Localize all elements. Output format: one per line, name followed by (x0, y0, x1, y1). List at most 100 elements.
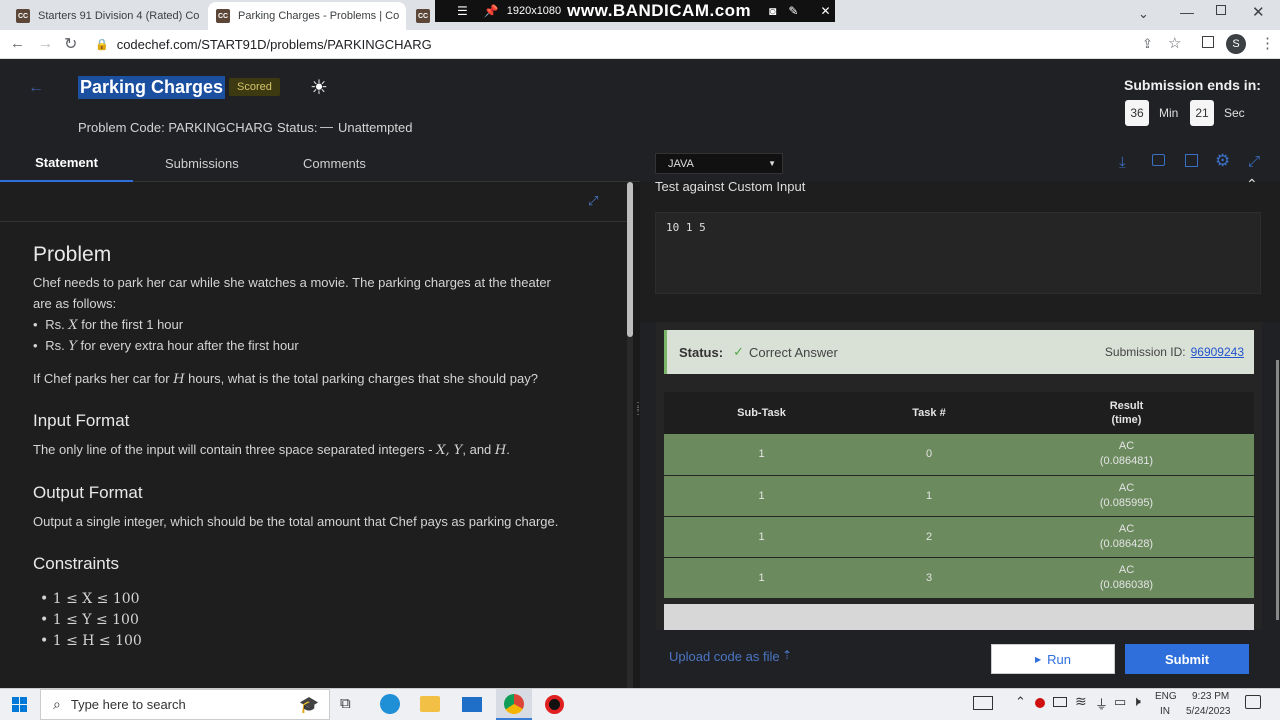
problem-header: ← Parking Charges Scored ☀ Problem Code:… (0, 59, 1280, 145)
browser-tab-label: Starters 91 Division 4 (Rated) Co (38, 10, 200, 22)
check-icon: ✓ (733, 344, 744, 359)
sidebar-icon[interactable] (1202, 36, 1214, 48)
submission-id-link[interactable]: 96909243 (1191, 345, 1244, 359)
forward-arrow-icon[interactable]: → (38, 35, 53, 52)
input-format-heading: Input Format (33, 411, 130, 430)
notification-icon[interactable] (1245, 695, 1261, 709)
edge-icon[interactable] (380, 694, 400, 714)
timer-sec-label: Sec (1224, 106, 1245, 120)
reload-icon[interactable]: ↻ (64, 34, 77, 54)
constraint-item: • 1 ≤ Y ≤ 100 (40, 612, 139, 628)
pencil-icon: ✎ (788, 4, 799, 18)
run-button-label: Run (1047, 651, 1071, 667)
lock-icon: 🔒 (95, 39, 109, 51)
submission-id-label: Submission ID: (1104, 345, 1186, 359)
table-row: 1 2 AC (0.086428) (664, 516, 1254, 557)
record-tray-icon[interactable] (1035, 698, 1045, 708)
math-var: Y (68, 339, 77, 354)
tab-submissions[interactable]: Submissions (165, 145, 239, 182)
submit-button[interactable]: Submit (1125, 644, 1249, 674)
math-var: H (173, 372, 185, 387)
chat-tray-icon[interactable]: ▭ (1114, 694, 1126, 710)
taskbar-search[interactable]: ⌕ Type here to search 🎓 (40, 689, 330, 720)
close-icon[interactable]: ✕ (199, 8, 206, 24)
constraint-item: • 1 ≤ X ≤ 100 (40, 591, 140, 607)
column-header: Result (time) (1109, 400, 1144, 426)
mail-icon[interactable] (462, 697, 482, 712)
upload-code-link[interactable]: Upload code as file (669, 649, 780, 664)
statement-toolbar: ⤢ (0, 182, 630, 222)
result-time: (0.086481) (1099, 455, 1154, 468)
result-cell: AC (0.086428) (999, 516, 1254, 557)
bullet-text: for the first 1 hour (81, 317, 184, 332)
score-footer-row (664, 604, 1254, 630)
close-icon[interactable]: ✕ (399, 8, 406, 24)
star-icon[interactable]: ☆ (1168, 34, 1181, 52)
codechef-favicon-icon: CC (216, 9, 230, 23)
codechef-favicon-icon: CC (416, 9, 430, 23)
table-row: 1 3 AC (0.086038) (664, 557, 1254, 598)
more-menu-icon[interactable]: ⋮ (1260, 34, 1275, 52)
pane-splitter[interactable]: ⋮ ⋮ (633, 182, 643, 688)
share-icon[interactable]: ⇪ (1142, 36, 1153, 52)
recorder-overlay: ☰ 📌 1920x1080 www.BANDICAM.com ◙ ✎ ✕ (435, 0, 835, 22)
subtask-cell: 1 (758, 448, 765, 461)
url-field[interactable]: 🔒 codechef.com/START91D/problems/PARKING… (95, 33, 1135, 56)
result-cell: AC (0.085995) (999, 475, 1254, 516)
custom-input-textarea[interactable]: 10 1 5 (655, 212, 1261, 294)
windows-start-icon[interactable] (12, 697, 27, 712)
minimize-icon[interactable]: — (1180, 4, 1194, 20)
chevron-up-icon[interactable]: ⌃ (1015, 694, 1026, 710)
language-indicator[interactable]: ENG (1155, 691, 1177, 702)
language-select[interactable]: JAVA ▼ (655, 153, 783, 174)
run-button[interactable]: ▶ Run (991, 644, 1115, 674)
speaker-muted-icon[interactable]: 🕨 (1132, 693, 1141, 710)
file-explorer-icon[interactable] (420, 696, 440, 712)
result-cell: AC (0.086481) (999, 434, 1254, 475)
battery-icon[interactable] (1053, 697, 1067, 707)
download-icon[interactable]: ⤓ (1119, 154, 1126, 171)
problem-code: Problem Code: PARKINGCHARG (78, 120, 273, 135)
chat-icon[interactable] (1152, 154, 1165, 166)
browser-tab-active[interactable]: CC Parking Charges - Problems | Co ✕ (208, 2, 406, 30)
record-icon[interactable] (545, 695, 564, 714)
table-row: 1 1 AC (0.085995) (664, 475, 1254, 516)
bullet-text: Rs. (45, 317, 65, 332)
tab-comments[interactable]: Comments (303, 145, 366, 182)
clock-time[interactable]: 9:23 PM (1192, 691, 1229, 702)
upload-icon[interactable]: ⇡ (782, 648, 792, 662)
gear-icon[interactable]: ⚙ (1215, 151, 1230, 171)
output-format-heading: Output Format (33, 483, 143, 502)
close-window-icon[interactable]: ✕ (1252, 3, 1265, 21)
language-value: JAVA (668, 157, 694, 170)
table-header-row: Sub-Task Task # Result (time) (664, 392, 1254, 434)
chevron-up-icon[interactable]: ⌃ (1246, 176, 1258, 193)
back-arrow-icon[interactable]: ← (10, 35, 25, 52)
wifi-icon[interactable]: ≋ (1075, 693, 1087, 710)
results-table: Sub-Task Task # Result (time) 1 0 AC (0.0864… (664, 392, 1254, 599)
constraint-item: • 1 ≤ H ≤ 100 (40, 633, 142, 649)
bullet-text: for every extra hour after the first hou… (80, 338, 299, 353)
fullscreen-icon[interactable]: ⤢ (1248, 153, 1260, 170)
avatar[interactable]: S (1226, 34, 1246, 54)
maximize-icon[interactable] (1216, 5, 1226, 15)
editor-pane: JAVA ▼ ⤓ ⚙ ⤢ Test against Custom Input ⌃… (640, 145, 1280, 688)
scrollbar-thumb[interactable] (1276, 360, 1279, 620)
browser-tab[interactable]: CC Starters 91 Division 4 (Rated) Co ✕ (8, 2, 206, 30)
expand-icon[interactable]: ⤢ (588, 193, 598, 209)
keyboard-icon[interactable] (973, 696, 993, 710)
status-banner: Status: ✓ Correct Answer Submission ID: … (664, 330, 1254, 374)
chevron-down-icon[interactable]: ⌄ (1138, 6, 1149, 22)
back-arrow-icon[interactable]: ← (28, 79, 44, 97)
graduation-cap-icon: 🎓 (299, 696, 319, 714)
usb-icon[interactable]: ⏚ (1095, 694, 1108, 713)
chrome-taskbar-button[interactable] (496, 689, 532, 720)
pin-icon: 📌 (483, 4, 499, 18)
save-icon[interactable] (1185, 154, 1198, 167)
task-view-icon[interactable]: ⧉ (340, 695, 351, 712)
sun-theme-icon[interactable]: ☀ (310, 75, 328, 100)
problem-intro: Chef needs to park her car while she wat… (33, 275, 551, 311)
result-time: (0.086428) (1099, 537, 1154, 550)
tab-statement[interactable]: Statement (0, 145, 133, 182)
scored-badge: Scored (229, 78, 280, 96)
